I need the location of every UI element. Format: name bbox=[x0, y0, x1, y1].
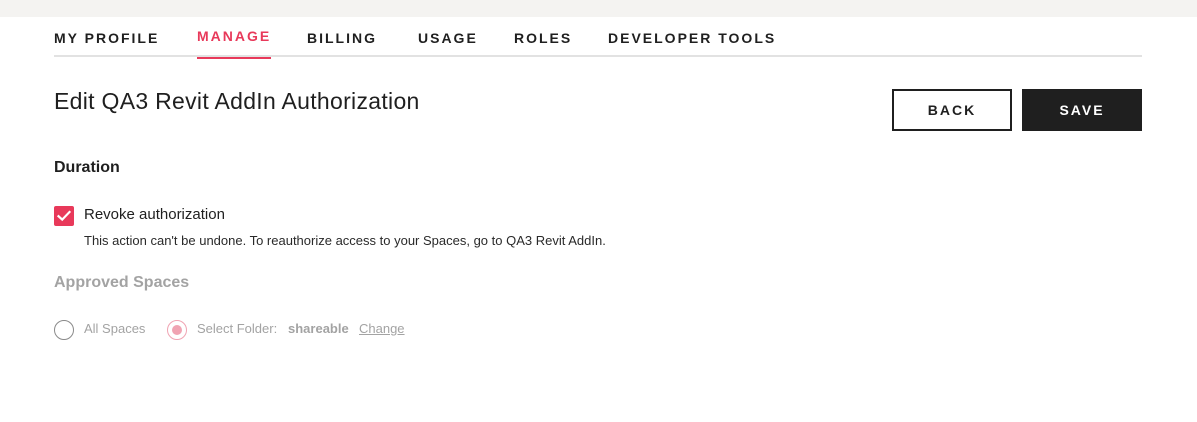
revoke-help-text: This action can't be undone. To reauthor… bbox=[84, 233, 606, 248]
top-strip bbox=[0, 0, 1197, 17]
tab-developer-tools[interactable]: DEVELOPER TOOLS bbox=[608, 17, 776, 57]
tab-usage[interactable]: USAGE bbox=[418, 17, 478, 57]
page-title: Edit QA3 Revit AddIn Authorization bbox=[54, 88, 420, 114]
all-spaces-radio[interactable] bbox=[54, 320, 74, 340]
save-button[interactable]: SAVE bbox=[1022, 89, 1142, 131]
radio-selected-dot bbox=[172, 325, 182, 335]
all-spaces-label[interactable]: All Spaces bbox=[84, 321, 145, 336]
select-folder-radio[interactable] bbox=[167, 320, 187, 340]
revoke-authorization-label[interactable]: Revoke authorization bbox=[84, 206, 225, 223]
account-tabs: MY PROFILE MANAGE BILLING USAGE ROLES DE… bbox=[54, 17, 1142, 59]
tab-manage[interactable]: MANAGE bbox=[197, 17, 272, 59]
tab-roles[interactable]: ROLES bbox=[514, 17, 572, 57]
change-folder-link[interactable]: Change bbox=[359, 321, 405, 336]
selected-folder-name: shareable bbox=[288, 321, 349, 336]
revoke-authorization-checkbox[interactable] bbox=[54, 206, 74, 226]
tab-my-profile[interactable]: MY PROFILE bbox=[54, 17, 159, 57]
tab-billing[interactable]: BILLING bbox=[307, 17, 377, 57]
approved-spaces-section-title: Approved Spaces bbox=[54, 274, 190, 291]
duration-section-title: Duration bbox=[54, 159, 120, 176]
back-button[interactable]: BACK bbox=[892, 89, 1012, 131]
checkmark-icon bbox=[57, 210, 71, 222]
select-folder-label[interactable]: Select Folder: bbox=[197, 321, 277, 336]
